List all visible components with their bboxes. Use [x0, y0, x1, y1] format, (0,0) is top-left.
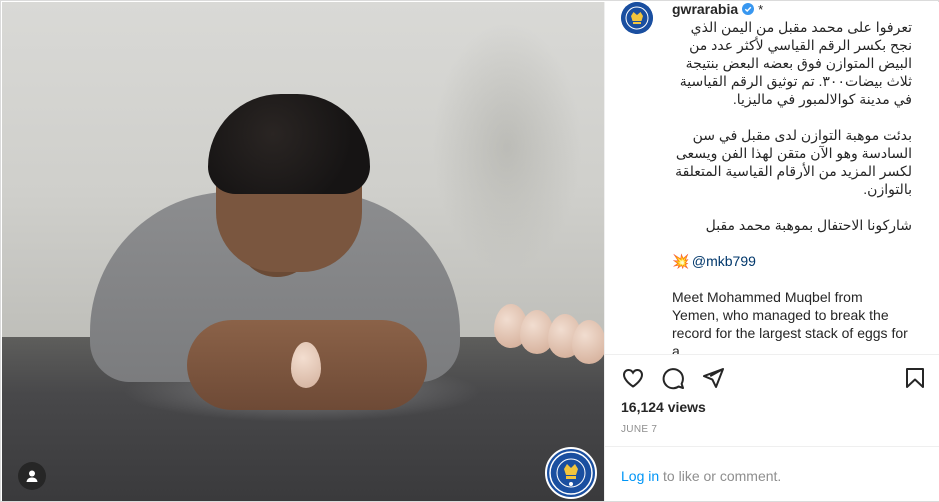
- extra-mark: *: [758, 2, 764, 17]
- heart-icon[interactable]: [619, 364, 647, 392]
- collision-emoji-icon: 💥: [672, 253, 690, 269]
- user-tag-icon[interactable]: [18, 462, 46, 490]
- caption-paragraph-ar-1: تعرفوا على محمد مقبل من اليمن الذي نجح ب…: [679, 19, 912, 107]
- view-count[interactable]: 16,124 views: [621, 399, 706, 415]
- balanced-egg: [291, 342, 321, 388]
- comment-icon[interactable]: [659, 364, 687, 392]
- login-prompt-text: to like or comment.: [659, 468, 782, 484]
- mention-link[interactable]: @mkb799: [692, 253, 756, 269]
- caption-scroll-area[interactable]: gwrarabia * تعرفوا على محمد مقبل من اليم…: [605, 2, 939, 354]
- profile-avatar[interactable]: [621, 2, 653, 34]
- post-video[interactable]: [2, 2, 604, 501]
- caption-paragraph-ar-2: بدئت موهبة التوازن لدى مقبل في سن السادس…: [675, 127, 912, 197]
- username-row: gwrarabia *: [672, 2, 764, 17]
- divider: [605, 354, 939, 355]
- guinness-world-records-badge-icon: [545, 447, 597, 499]
- divider: [605, 446, 939, 447]
- caption-paragraph-en: Meet Mohammed Muqbel from Yemen, who man…: [672, 289, 908, 354]
- caption-paragraph-ar-3: شاركونا الاحتفال بموهبة محمد مقبل: [705, 217, 912, 233]
- egg-tray: [494, 300, 604, 370]
- bookmark-icon[interactable]: [901, 364, 929, 392]
- verified-badge-icon: [742, 3, 755, 15]
- paper-plane-icon[interactable]: [699, 364, 727, 392]
- post-actions: [619, 364, 929, 392]
- login-link[interactable]: Log in: [621, 468, 659, 484]
- post-caption: تعرفوا على محمد مقبل من اليمن الذي نجح ب…: [672, 18, 912, 354]
- instagram-post: gwrarabia * تعرفوا على محمد مقبل من اليم…: [0, 0, 939, 502]
- post-date[interactable]: JUNE 7: [621, 424, 657, 435]
- caption-mention-line: 💥 @mkb799: [672, 252, 912, 270]
- username-link[interactable]: gwrarabia: [672, 2, 738, 17]
- post-side-panel: gwrarabia * تعرفوا على محمد مقبل من اليم…: [604, 2, 939, 501]
- login-prompt: Log in to like or comment.: [621, 468, 781, 484]
